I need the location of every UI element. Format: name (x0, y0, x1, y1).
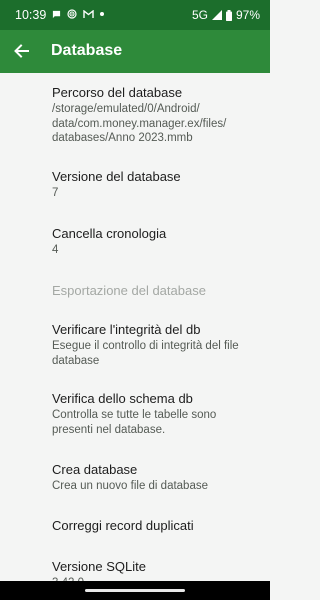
pref-summary: 7 (52, 187, 59, 199)
status-bar: 10:39 5G 97% (0, 0, 270, 30)
pref-export-database: Esportazione del database (52, 283, 257, 299)
pref-clear-history[interactable]: Cancella cronologia 4 (52, 226, 257, 258)
signal-icon (211, 10, 222, 20)
pref-title: Verifica dello schema db (52, 391, 193, 406)
pref-summary: Controlla se tutte le tabelle sono prese… (52, 409, 217, 436)
status-right: 5G 97% (192, 8, 260, 22)
hotspot-icon (67, 9, 77, 19)
battery-percent: 97% (235, 8, 260, 22)
network-label: 5G (191, 8, 208, 22)
back-button[interactable] (9, 39, 33, 63)
dot-icon (100, 12, 104, 16)
pref-create-database[interactable]: Crea database Crea un nuovo file di data… (52, 462, 257, 494)
page-title: Database (51, 42, 123, 59)
pref-title: Cancella cronologia (52, 226, 167, 241)
gesture-handle[interactable] (85, 589, 185, 592)
pref-database-path[interactable]: Percorso del database /storage/emulated/… (52, 85, 257, 146)
pref-title: Crea database (52, 462, 138, 477)
pref-title: Versione SQLite (52, 559, 146, 574)
back-arrow-icon (14, 44, 29, 58)
notification-icons (52, 9, 104, 19)
battery-icon (225, 9, 232, 21)
pref-title: Esportazione del database (52, 283, 206, 298)
pref-title: Verificare l'integrità del db (52, 322, 201, 337)
pref-title: Correggi record duplicati (52, 518, 194, 533)
app-bar: Database (0, 30, 270, 73)
pref-title: Versione del database (52, 169, 181, 184)
pref-title: Percorso del database (52, 85, 183, 100)
pref-database-version[interactable]: Versione del database 7 (52, 169, 257, 201)
pref-summary: /storage/emulated/0/Android/ data/com.mo… (52, 103, 227, 144)
pref-summary: 4 (52, 244, 59, 256)
navigation-bar (0, 581, 270, 600)
pref-summary: Esegue il controllo di integrità del fil… (52, 340, 239, 367)
pref-check-schema[interactable]: Verifica dello schema db Controlla se tu… (52, 391, 257, 437)
status-time: 10:39 (15, 8, 47, 22)
pref-check-integrity[interactable]: Verificare l'integrità del db Esegue il … (52, 322, 257, 368)
gmail-icon (83, 9, 94, 18)
pref-fix-duplicates[interactable]: Correggi record duplicati (52, 518, 257, 534)
pref-summary: Crea un nuovo file di database (52, 480, 208, 492)
chat-bubble-icon (52, 10, 61, 18)
